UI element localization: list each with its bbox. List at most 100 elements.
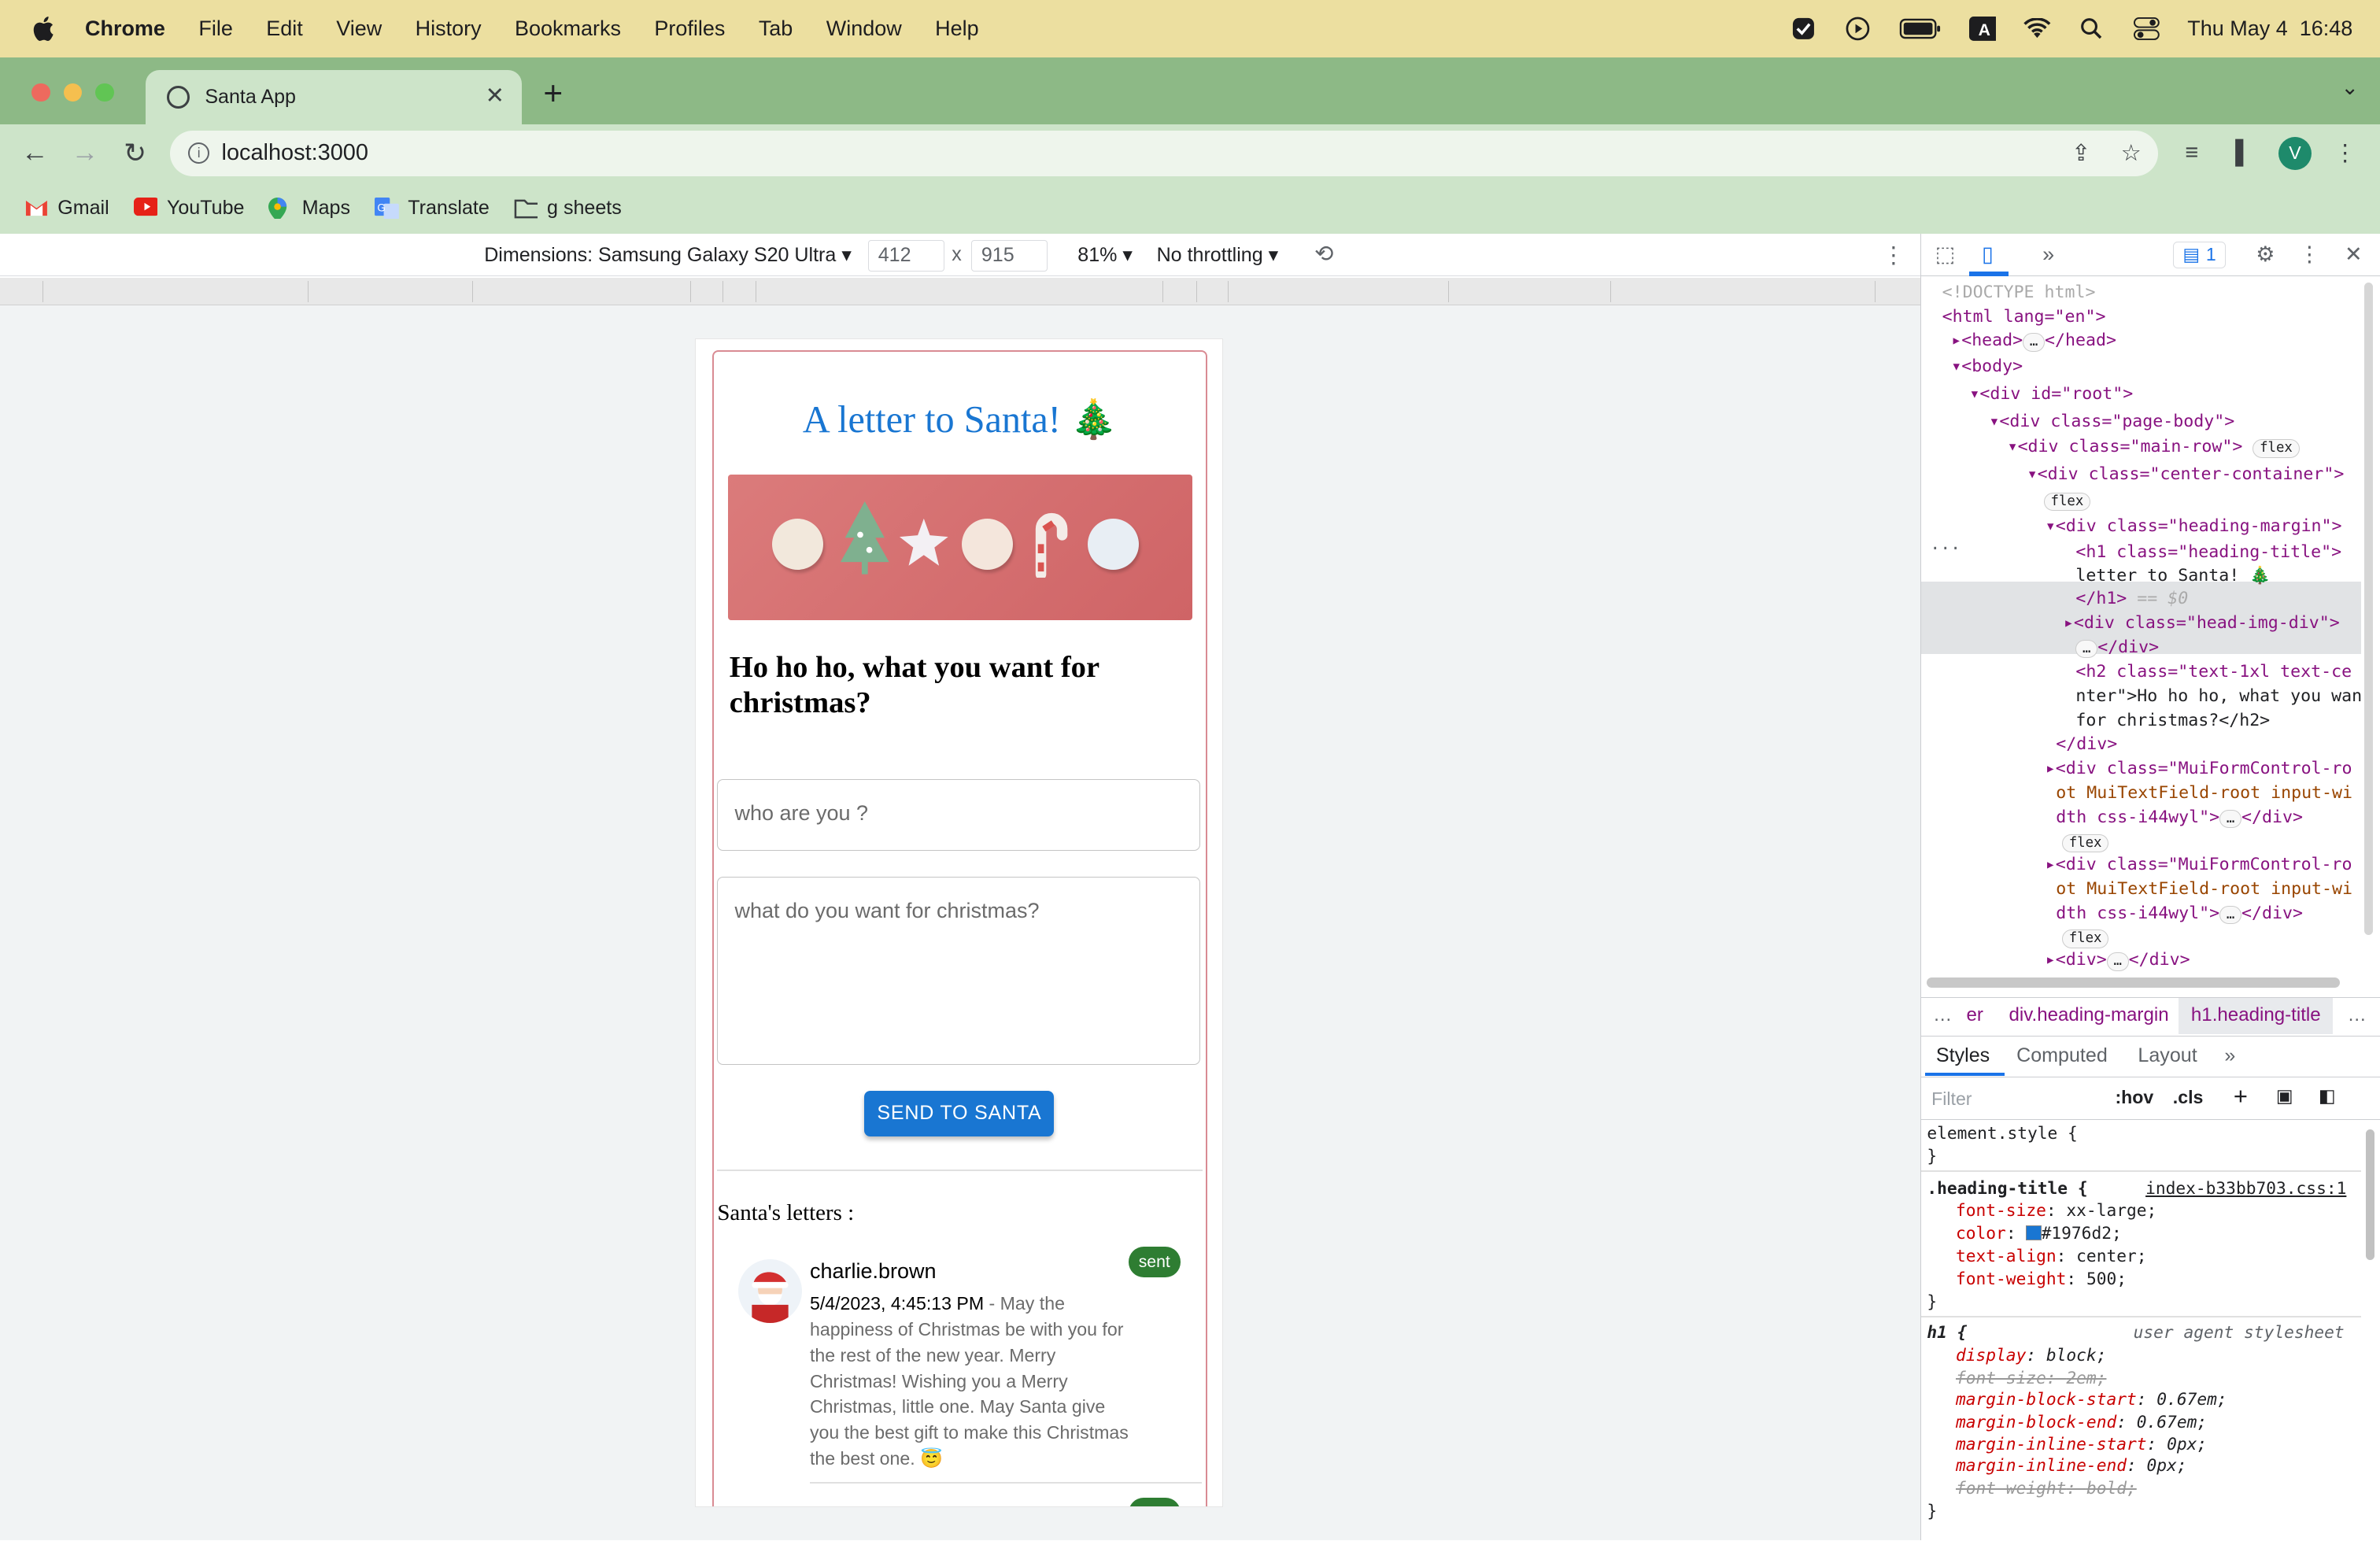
zoom-select[interactable]: 81% ▾: [1077, 243, 1133, 267]
toggle-sidebar-icon[interactable]: ◧: [2319, 1085, 2336, 1107]
tab-layout[interactable]: Layout: [2138, 1044, 2197, 1067]
rendering-paint-icon[interactable]: ▣: [2276, 1085, 2293, 1107]
apple-icon[interactable]: [31, 15, 55, 42]
css-property-row[interactable]: font-size: xx-large;: [1956, 1200, 2156, 1222]
css-property-row[interactable]: margin-block-start: 0.67em;: [1956, 1389, 2227, 1411]
tab-close-icon[interactable]: ✕: [482, 83, 507, 109]
wifi-icon[interactable]: [2023, 17, 2051, 41]
flex-badge[interactable]: flex: [2043, 492, 2091, 512]
collapsed-ellipsis[interactable]: …: [2219, 905, 2241, 924]
devtools-close-icon[interactable]: ✕: [2341, 242, 2366, 268]
device-height-input[interactable]: 915: [971, 239, 1048, 272]
reload-icon[interactable]: ↻: [118, 137, 151, 170]
keyboard-input-icon[interactable]: A: [1968, 17, 1997, 42]
rotate-device-icon[interactable]: ⟲: [1314, 240, 1333, 268]
css-property-row[interactable]: text-align: center;: [1956, 1246, 2147, 1268]
css-property-row[interactable]: margin-inline-start: 0px;: [1956, 1434, 2207, 1456]
dom-node-div[interactable]: ▸<div>… </div>: [2046, 948, 2190, 972]
forward-arrow-icon[interactable]: →: [68, 137, 102, 170]
breadcrumb-overflow-left[interactable]: …: [1933, 1004, 1952, 1026]
dom-node-heading-margin[interactable]: ▾<div class="heading-margin">: [2046, 515, 2342, 538]
window-close-button[interactable]: [31, 83, 50, 102]
dom-node-page-body[interactable]: ▾<div class="page-body">: [1989, 410, 2234, 434]
bookmark-star-icon[interactable]: ☆: [2116, 138, 2146, 168]
css-property-row-overridden[interactable]: font-size: 2em;: [1956, 1368, 2106, 1390]
flex-badge[interactable]: flex: [2252, 439, 2300, 458]
tab-computed[interactable]: Computed: [2016, 1044, 2108, 1067]
menu-history[interactable]: History: [416, 17, 482, 41]
css-element-style[interactable]: element.style {: [1927, 1123, 2077, 1145]
site-info-icon[interactable]: i: [188, 142, 210, 164]
dom-node-center-container[interactable]: ▾<div class="center-container">: [2027, 463, 2345, 486]
devtools-kebab-icon[interactable]: ⋮: [2297, 242, 2322, 268]
css-property-row[interactable]: display: block;: [1956, 1345, 2106, 1367]
menu-profiles[interactable]: Profiles: [654, 17, 725, 41]
dom-node-html[interactable]: <html lang="en">: [1942, 305, 2106, 329]
css-property-row[interactable]: margin-block-end: 0.67em;: [1956, 1412, 2207, 1434]
more-tabs-chevron-icon[interactable]: »: [2036, 242, 2060, 268]
menu-tab[interactable]: Tab: [759, 17, 793, 41]
dom-tree[interactable]: <!DOCTYPE html> <html lang="en"> ▸<head>…: [1920, 276, 2361, 974]
throttling-select[interactable]: No throttling ▾: [1157, 243, 1279, 267]
menu-edit[interactable]: Edit: [266, 17, 303, 41]
back-arrow-icon[interactable]: ←: [18, 137, 51, 170]
breadcrumb-item[interactable]: div.heading-margin: [2009, 1004, 2168, 1026]
tab-santa-app[interactable]: Santa App ✕: [146, 69, 523, 125]
bookmark-g-sheets[interactable]: g sheets: [514, 197, 622, 220]
profile-avatar[interactable]: V: [2278, 136, 2312, 170]
dom-node-root[interactable]: ▾<div id="root">: [1969, 382, 2133, 406]
send-to-santa-button[interactable]: SEND TO SANTA: [864, 1090, 1055, 1136]
styles-more-tabs-icon[interactable]: »: [2224, 1044, 2235, 1067]
address-bar[interactable]: i localhost:3000: [169, 130, 2159, 176]
css-property-row[interactable]: margin-inline-end: 0px;: [1956, 1455, 2187, 1477]
chrome-menu-kebab-icon[interactable]: ⋮: [2330, 138, 2360, 168]
media-query-ruler[interactable]: [0, 277, 1920, 305]
bookmark-youtube[interactable]: YouTube: [133, 197, 244, 220]
breadcrumb-item[interactable]: er: [1966, 1004, 1983, 1026]
css-source-link[interactable]: index-b33bb703.css:1: [2145, 1178, 2346, 1200]
tab-search-chevron-icon[interactable]: ⌄: [2341, 76, 2359, 100]
device-toolbar-more-icon[interactable]: ⋮: [1882, 242, 1905, 269]
cls-toggle[interactable]: .cls: [2173, 1087, 2204, 1108]
device-dimensions-select[interactable]: Dimensions: Samsung Galaxy S20 Ultra ▾: [484, 243, 852, 267]
side-panel-icon[interactable]: ▌: [2228, 138, 2259, 168]
wish-textarea[interactable]: what do you want for christmas?: [717, 876, 1200, 1065]
bookmark-gmail[interactable]: Gmail: [24, 197, 109, 220]
reading-list-icon[interactable]: ≡: [2177, 138, 2208, 168]
new-style-rule-plus-icon[interactable]: +: [2234, 1082, 2248, 1110]
dom-node-h1-selected[interactable]: <h1 class="heading-title">: [2075, 541, 2341, 564]
spotlight-search-icon[interactable]: [2078, 17, 2105, 41]
window-zoom-button[interactable]: [95, 83, 114, 102]
breadcrumb-overflow-right[interactable]: …: [2348, 1004, 2367, 1026]
hov-toggle[interactable]: :hov: [2115, 1087, 2153, 1108]
styles-scrollbar[interactable]: [2365, 1129, 2375, 1260]
play-status-icon[interactable]: [1845, 17, 1872, 41]
menu-help[interactable]: Help: [935, 17, 979, 41]
dom-horizontal-scrollbar[interactable]: [1927, 977, 2340, 989]
tab-styles[interactable]: Styles: [1936, 1044, 1990, 1067]
collapsed-ellipsis[interactable]: …: [2075, 640, 2098, 659]
breadcrumb-item-active[interactable]: h1.heading-title: [2179, 998, 2334, 1035]
battery-icon[interactable]: [1899, 17, 1942, 41]
dom-node-main-row[interactable]: ▾<div class="main-row"> flex: [2008, 435, 2300, 459]
devtools-settings-gear-icon[interactable]: ⚙: [2253, 242, 2278, 268]
css-h1-selector[interactable]: h1 {: [1927, 1322, 1967, 1344]
css-property-row[interactable]: color: #1976d2;: [1956, 1223, 2122, 1245]
css-property-row-overridden[interactable]: font-weight: bold;: [1956, 1478, 2137, 1500]
collapsed-ellipsis[interactable]: …: [2219, 810, 2241, 829]
name-input[interactable]: who are you ?: [717, 779, 1200, 852]
css-property-row[interactable]: font-weight: 500;: [1956, 1269, 2127, 1291]
menu-file[interactable]: File: [198, 17, 232, 41]
dom-node-mui-textfield[interactable]: ▸<div class="MuiFormControl-ro: [2046, 853, 2352, 877]
flex-badge[interactable]: flex: [2061, 833, 2109, 853]
device-toggle-icon[interactable]: ▯: [1975, 242, 2000, 268]
menu-bookmarks[interactable]: Bookmarks: [515, 17, 621, 41]
bookmark-translate[interactable]: G Translate: [374, 197, 490, 220]
menu-view[interactable]: View: [336, 17, 382, 41]
css-heading-title-selector[interactable]: .heading-title {: [1927, 1178, 2087, 1200]
menubar-clock[interactable]: Thu May 4 16:48: [2187, 17, 2352, 41]
collapsed-ellipsis[interactable]: …: [2106, 952, 2129, 971]
checkbox-status-icon[interactable]: [1790, 17, 1817, 41]
dom-node-body[interactable]: ▾<body>: [1951, 355, 2023, 379]
window-minimize-button[interactable]: [63, 83, 83, 102]
